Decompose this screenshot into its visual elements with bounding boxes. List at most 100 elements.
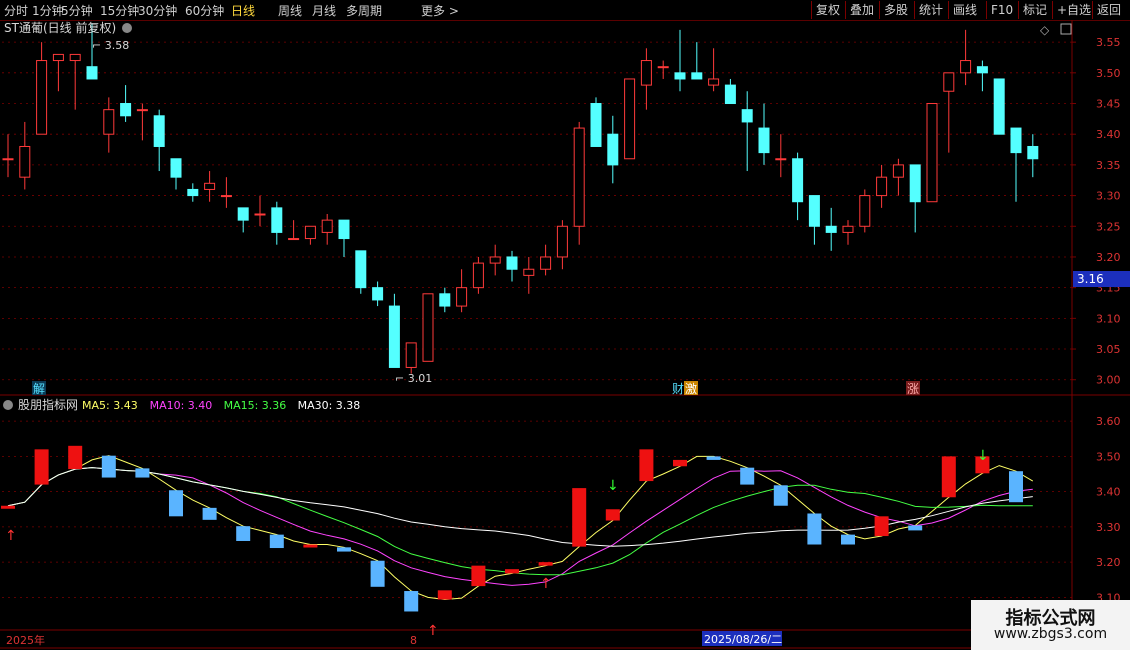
indicator-bar [874,516,889,537]
legend-item: MA10: 3.40 [150,399,213,412]
candle-body [926,103,938,203]
period-tab-7[interactable]: 周线 [278,2,302,19]
candle-body [321,219,333,233]
candle-body [1010,127,1022,154]
candle-body [960,60,972,74]
candle-body [523,268,535,276]
signal-arrow-up: ↑ [5,528,17,544]
ind-y-tick: 3.60 [1096,415,1121,428]
toolbar-button-0[interactable]: 复权 [811,1,844,19]
candle-body [758,127,770,154]
ind-y-tick: 3.30 [1096,521,1121,534]
candle-body [388,305,400,368]
diamond-icon: ◇ [1040,23,1050,37]
candle-body [338,219,350,240]
period-tab-10[interactable]: 更多 > [421,2,459,19]
indicator-bar [673,459,687,467]
toolbar-button-2[interactable]: 多股 [879,1,912,19]
candle-body [19,145,31,178]
candle-body [136,109,148,112]
indicator-bar [269,534,284,549]
toolbar-button-8[interactable]: 返回 [1092,1,1125,19]
indicator-bar [1,505,15,509]
indicator-bar [437,590,452,600]
y-tick-label: 3.40 [1096,128,1121,141]
candle-body [691,72,703,80]
candle-body [708,78,720,86]
toolbar-button-1[interactable]: 叠加 [845,1,878,19]
candle-body [204,182,216,190]
marker-cai: 财 [672,382,684,396]
marker-ji: 激 [685,382,697,396]
candle-body [489,256,501,264]
cursor-date: 2025/08/26/二 [704,633,782,646]
candle-body [540,256,552,270]
y-tick-label: 3.20 [1096,251,1121,264]
candle-body [472,262,484,289]
candle-body [2,158,14,161]
signal-arrow-up: ↑ [540,576,552,592]
high-label: ⌐ 3.58 [92,39,129,52]
indicator-bar [34,449,49,485]
candle-body [640,60,652,86]
period-tab-6[interactable]: 日线 [231,2,255,19]
candle-body [288,238,300,241]
signal-arrow-down: ↓ [607,478,619,494]
indicator-dropdown-icon [3,400,13,410]
period-tab-8[interactable]: 月线 [312,2,336,19]
toolbar-button-4[interactable]: 画线 [948,1,981,19]
candle-body [405,342,417,368]
candle-body [741,109,753,123]
candle-body [456,287,468,307]
candle-body [36,60,48,135]
indicator-bar [639,449,654,482]
indicator-bar [908,525,923,531]
candle-body [775,158,787,161]
period-tab-4[interactable]: 30分钟 [138,2,177,19]
candle-body [372,287,384,301]
indicator-bar [169,490,183,517]
indicator-bar [202,507,217,520]
marker-zhang: 涨 [907,381,919,396]
indicator-bar [773,485,788,506]
toolbar-button-7[interactable]: +自选 [1052,1,1095,19]
period-tab-1[interactable]: 1分钟 [32,2,64,19]
period-tab-5[interactable]: 60分钟 [185,2,224,19]
candle-body [355,250,367,289]
candle-body [254,213,266,216]
candle-body [892,164,904,178]
legend-item: MA5: 3.43 [82,399,138,412]
y-tick-label: 3.35 [1096,159,1121,172]
period-tab-2[interactable]: 5分钟 [61,2,93,19]
toolbar-button-5[interactable]: F10 [986,1,1017,19]
indicator-bar [101,455,116,478]
chart-area[interactable]: 3.553.503.453.403.353.303.253.203.153.10… [0,20,1130,650]
indicator-bar [572,488,587,547]
period-tab-0[interactable]: 分时 [4,2,28,19]
signal-arrow-down: ↓ [977,448,989,464]
period-tab-9[interactable]: 多周期 [346,2,382,19]
low-label: ⌐ 3.01 [395,372,432,385]
legend-item: MA15: 3.36 [224,399,287,412]
toolbar: 分时 1分钟 5分钟 15分钟 30分钟 60分钟 日线 周线 月线 多周期 更多 > 复权 叠加 多股统… [0,0,1130,21]
candle-body [976,66,988,74]
candle-body [724,84,736,105]
y-tick-label: 3.30 [1096,190,1121,203]
y-tick-label: 3.05 [1096,343,1121,356]
candle-body [657,66,669,69]
candle-body [103,109,115,135]
panel-toggle-icon [1060,23,1072,35]
y-tick-label: 3.50 [1096,67,1121,80]
candle-body [120,103,132,117]
marker-jie: 解 [33,382,45,396]
candle-body [825,225,837,233]
toolbar-button-6[interactable]: 标记 [1018,1,1051,19]
indicator-bar [303,544,318,548]
candle-body [237,207,249,221]
dropdown-icon [122,23,132,33]
candle-body [993,78,1005,135]
candle-body [271,207,283,233]
toolbar-button-3[interactable]: 统计 [914,1,947,19]
candle-body [86,66,98,80]
period-tab-3[interactable]: 15分钟 [100,2,139,19]
